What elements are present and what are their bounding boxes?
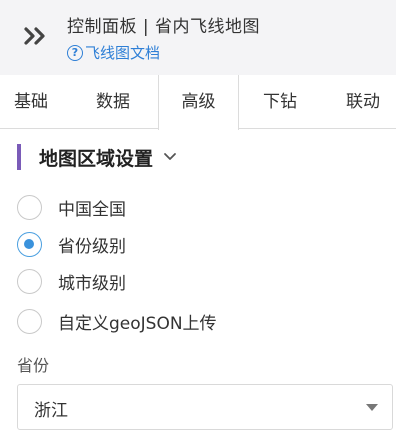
panel-title: 控制面板 | 省内飞线地图 <box>67 17 261 37</box>
radio-city-level[interactable]: 城市级别 <box>17 267 126 295</box>
caret-down-icon <box>366 404 378 411</box>
map-region-section-header[interactable]: 地图区域设置 <box>17 144 177 170</box>
tab-drilldown[interactable]: 下钻 <box>263 75 297 129</box>
radio-circle[interactable] <box>17 194 42 220</box>
radio-label: 城市级别 <box>58 273 126 294</box>
doc-link[interactable]: ? 飞线图文档 <box>67 42 160 63</box>
tab-basic[interactable]: 基础 <box>14 75 48 129</box>
section-accent-bar <box>17 144 21 170</box>
radio-circle[interactable] <box>17 231 42 257</box>
province-select-value: 浙江 <box>34 401 68 421</box>
tab-advanced[interactable]: 高级 <box>158 75 239 130</box>
double-chevron-right-icon[interactable] <box>22 22 50 50</box>
tab-linkage[interactable]: 联动 <box>346 75 380 129</box>
province-label: 省份 <box>17 356 50 375</box>
tab-bar: 基础 数据 高级 下钻 联动 <box>0 75 396 130</box>
radio-label: 省份级别 <box>58 236 126 257</box>
radio-china-national[interactable]: 中国全国 <box>17 193 126 221</box>
radio-circle[interactable] <box>17 308 42 334</box>
question-circle-icon: ? <box>67 44 83 61</box>
chevron-down-icon <box>164 153 176 160</box>
radio-label: 自定义geoJSON上传 <box>58 313 217 334</box>
panel-header: 控制面板 | 省内飞线地图 ? 飞线图文档 <box>0 0 396 75</box>
radio-circle[interactable] <box>17 268 42 294</box>
radio-province-level[interactable]: 省份级别 <box>17 230 126 258</box>
section-title: 地图区域设置 <box>39 147 154 170</box>
province-select[interactable]: 浙江 <box>17 384 393 430</box>
doc-link-label: 飞线图文档 <box>85 44 161 62</box>
tab-data[interactable]: 数据 <box>96 75 130 129</box>
radio-custom-geojson[interactable]: 自定义geoJSON上传 <box>17 307 217 335</box>
radio-label: 中国全国 <box>58 199 126 220</box>
